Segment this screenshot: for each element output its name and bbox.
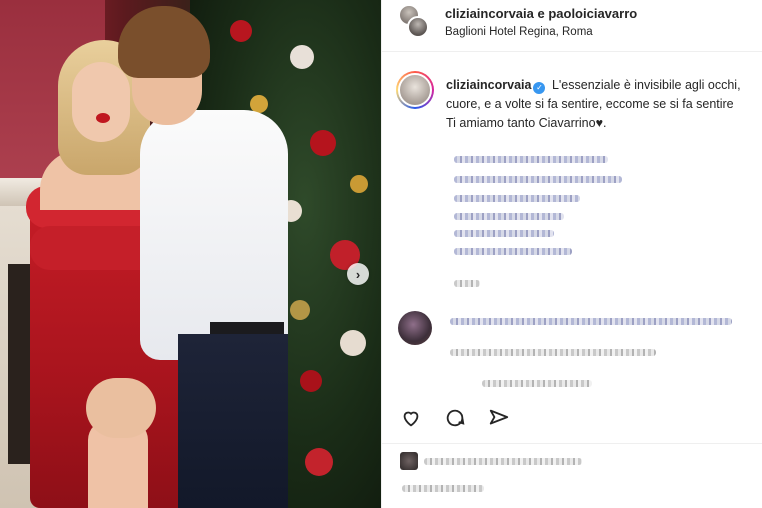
post-header: cliziaincorvaia e paoloiciavarro Baglion… bbox=[382, 0, 762, 52]
blurred-comment bbox=[450, 318, 732, 325]
collab-avatars[interactable] bbox=[398, 4, 432, 38]
woman-face bbox=[72, 62, 130, 142]
blurred-text bbox=[454, 213, 564, 220]
blurred-date bbox=[402, 485, 484, 492]
carousel-next-icon[interactable]: › bbox=[347, 263, 369, 285]
blurred-text bbox=[454, 195, 580, 202]
post-side-panel: cliziaincorvaia e paoloiciavarro Baglion… bbox=[381, 0, 762, 508]
avatar[interactable] bbox=[400, 452, 418, 470]
caption-text-line: Ti amiamo tanto Ciavarrino♥. bbox=[446, 116, 607, 130]
blurred-text bbox=[454, 176, 622, 183]
heart-icon[interactable] bbox=[400, 407, 422, 429]
post-actions bbox=[400, 406, 510, 430]
post-location[interactable]: Baglioni Hotel Regina, Roma bbox=[445, 26, 593, 38]
caption-text-line: L'essenziale è invisibile agli occhi, bbox=[551, 78, 741, 92]
hands bbox=[86, 378, 156, 438]
caption-username[interactable]: cliziaincorvaia bbox=[446, 78, 531, 92]
blurred-text bbox=[454, 248, 572, 255]
caption-avatar[interactable] bbox=[396, 71, 434, 109]
post-usernames[interactable]: cliziaincorvaia e paoloiciavarro bbox=[445, 6, 637, 21]
blurred-text bbox=[454, 156, 608, 163]
blurred-comment-meta bbox=[482, 380, 592, 387]
share-icon[interactable] bbox=[488, 407, 510, 429]
avatar[interactable] bbox=[407, 16, 429, 38]
blurred-comment-meta bbox=[450, 349, 656, 356]
divider bbox=[382, 443, 762, 444]
lips bbox=[96, 113, 110, 123]
blurred-timestamp bbox=[454, 280, 480, 287]
verified-badge-icon: ✓ bbox=[533, 82, 546, 94]
post-caption: cliziaincorvaia ✓ L'essenziale è invisibi… bbox=[446, 76, 762, 133]
avatar[interactable] bbox=[398, 311, 432, 345]
post-photo[interactable]: › bbox=[0, 0, 381, 508]
comment-icon[interactable] bbox=[444, 407, 466, 429]
trousers bbox=[178, 334, 288, 508]
caption-text-line: cuore, e a volte si fa sentire, eccome s… bbox=[446, 97, 734, 111]
blurred-likes bbox=[424, 458, 582, 465]
blurred-text bbox=[454, 230, 554, 237]
